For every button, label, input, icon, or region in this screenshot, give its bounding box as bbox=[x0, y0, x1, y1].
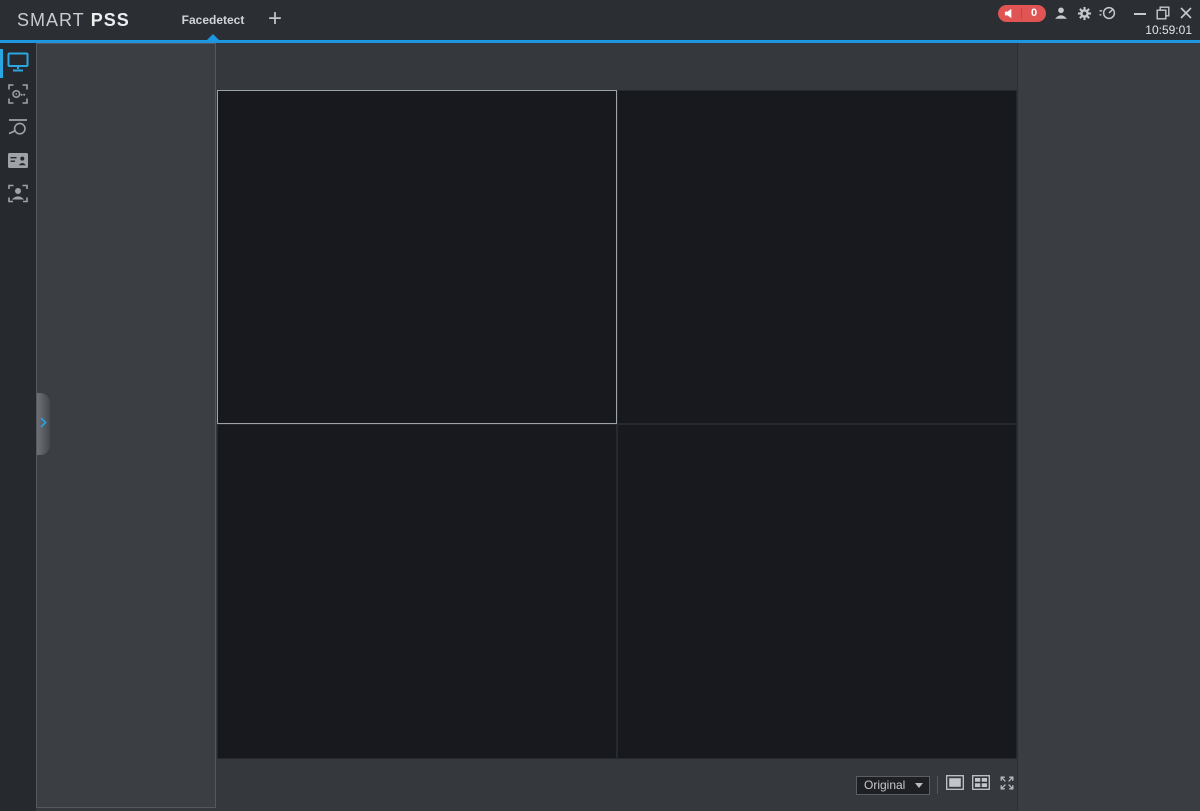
monitor-icon bbox=[7, 51, 29, 77]
logo-smart: SMART bbox=[17, 10, 85, 30]
new-tab-button[interactable]: + bbox=[262, 0, 288, 40]
alarm-counter-badge[interactable]: 0 bbox=[998, 5, 1046, 22]
quad-view-button[interactable] bbox=[971, 775, 990, 795]
alarm-count: 0 bbox=[1030, 7, 1038, 19]
fullscreen-button[interactable] bbox=[997, 776, 1016, 794]
restore-icon[interactable] bbox=[1154, 4, 1172, 22]
minimize-icon[interactable] bbox=[1131, 5, 1149, 23]
sidebar-item-face-search[interactable] bbox=[0, 80, 36, 113]
video-wall-area bbox=[216, 43, 1017, 811]
chevron-right-icon bbox=[40, 415, 47, 433]
close-icon[interactable] bbox=[1177, 4, 1195, 22]
single-view-icon bbox=[945, 775, 964, 795]
toolbar-divider bbox=[937, 776, 938, 794]
device-tree-panel bbox=[36, 43, 216, 808]
user-icon[interactable] bbox=[1052, 4, 1070, 22]
video-cell-1[interactable] bbox=[217, 90, 617, 424]
video-cell-4[interactable] bbox=[617, 424, 1017, 759]
caret-down-icon bbox=[915, 782, 923, 788]
fullscreen-icon bbox=[999, 775, 1015, 796]
sidebar-item-person-id[interactable] bbox=[0, 146, 36, 179]
logo-pss: PSS bbox=[90, 10, 130, 30]
id-card-icon bbox=[7, 150, 29, 176]
active-item-bar bbox=[0, 49, 3, 78]
video-cell-3[interactable] bbox=[217, 424, 617, 759]
scale-dropdown-value: Original bbox=[864, 777, 906, 792]
face-recognition-icon bbox=[7, 183, 29, 209]
sidebar-item-face-recognition[interactable] bbox=[0, 179, 36, 212]
netspeed-gauge-icon[interactable] bbox=[1098, 4, 1116, 22]
settings-gear-icon[interactable] bbox=[1075, 4, 1093, 22]
video-grid bbox=[217, 90, 1017, 759]
single-view-button[interactable] bbox=[945, 775, 964, 795]
app-logo: SMART PSS bbox=[17, 0, 130, 40]
face-results-panel bbox=[1017, 43, 1200, 811]
clock: 10:59:01 bbox=[1145, 23, 1192, 37]
title-bar: SMART PSS Facedetect + 0 10:59:01 bbox=[0, 0, 1200, 40]
speaker-icon bbox=[998, 8, 1021, 19]
panel-collapse-handle[interactable] bbox=[37, 393, 50, 455]
view-toolbar: Original bbox=[856, 775, 1016, 795]
smartpss-window: SMART PSS Facedetect + 0 10:59:01 Origin… bbox=[0, 0, 1200, 811]
record-search-icon bbox=[7, 116, 29, 143]
video-cell-2[interactable] bbox=[617, 90, 1017, 424]
sidebar-item-record-search[interactable] bbox=[0, 113, 36, 146]
quad-view-icon bbox=[971, 775, 990, 795]
face-search-icon bbox=[7, 83, 29, 110]
module-sidebar bbox=[0, 43, 36, 811]
sidebar-item-live-view[interactable] bbox=[0, 47, 36, 80]
scale-dropdown[interactable]: Original bbox=[856, 775, 930, 795]
